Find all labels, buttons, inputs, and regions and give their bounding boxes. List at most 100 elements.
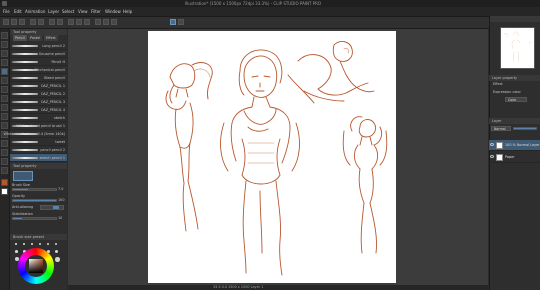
eye-icon[interactable] (490, 143, 494, 146)
menu-select[interactable]: Select (62, 9, 74, 14)
tab-effect[interactable]: Effect (44, 35, 58, 41)
brush-item[interactable]: OAZ_PENCIL 1 (10, 82, 67, 90)
open-file-button[interactable] (11, 19, 17, 25)
blend-mode-select[interactable]: Normal (491, 126, 511, 131)
expression-color-label: Expression color (493, 90, 521, 94)
menu-layer[interactable]: Layer (48, 9, 59, 14)
opacity-value: 100 (58, 198, 65, 202)
navigator-preview[interactable] (500, 27, 535, 69)
layer-opacity-slider[interactable] (513, 127, 537, 130)
redo-button[interactable] (38, 19, 44, 25)
save-button[interactable] (19, 19, 25, 25)
undo-button[interactable] (30, 19, 36, 25)
menu-filter[interactable]: Filter (91, 9, 101, 14)
menu-animation[interactable]: Animation (25, 9, 45, 14)
layer-effect-label: Effect (493, 82, 503, 86)
brush-size-preset[interactable] (15, 243, 17, 245)
text-tool-icon[interactable] (1, 140, 8, 147)
drawing-canvas[interactable] (148, 31, 396, 283)
layer-row[interactable]: Paper (489, 152, 540, 163)
brush-label: Mechanical pencil (34, 68, 65, 72)
brush-label: White doubledrawn 0.4 (5mm 140k) (3, 132, 65, 136)
gradient-tool-icon[interactable] (1, 113, 8, 120)
deselect-button[interactable] (76, 19, 82, 25)
tab-pencil[interactable]: Pencil (13, 35, 27, 41)
stabilization-slider[interactable] (12, 217, 57, 220)
fill-icon[interactable] (1, 104, 8, 111)
brush-size-preset[interactable] (47, 243, 50, 246)
snap-button[interactable] (95, 19, 101, 25)
lasso-icon[interactable] (1, 50, 8, 57)
ruler-tool-icon[interactable] (1, 158, 8, 165)
brush-stroke-preview (12, 45, 38, 47)
status-bar: 33.3 0.0 1500 x 1500 Layer 1 (68, 285, 488, 290)
brush-item[interactable]: Pencil H (10, 58, 67, 66)
brush-item[interactable]: sketch (10, 114, 67, 122)
brush-size-preset[interactable] (31, 243, 33, 245)
pen-mode-button[interactable] (170, 19, 176, 25)
navigator-header (490, 16, 540, 22)
brush-label: sketch (53, 116, 65, 120)
brush-item[interactable]: sketch pencil 1 (10, 154, 67, 162)
tab-pastel[interactable]: Pastel (28, 35, 43, 41)
brush-item[interactable]: OAZ_PENCIL 3 (10, 98, 67, 106)
select-all-button[interactable] (84, 19, 90, 25)
new-file-button[interactable] (3, 19, 9, 25)
brush-size-preset[interactable] (39, 243, 42, 246)
saturation-value-square[interactable] (29, 259, 43, 273)
menu-window[interactable]: Window (105, 9, 121, 14)
menu-file[interactable]: File (3, 9, 10, 14)
balloon-tool-icon[interactable] (1, 149, 8, 156)
pen-tool-icon[interactable] (1, 68, 8, 75)
view-rotate-button[interactable] (178, 19, 184, 25)
brush-item[interactable]: White doubledrawn 0.4 (5mm 140k) (3, 130, 67, 138)
brush-item[interactable]: OAZ_PENCIL 2 (10, 90, 67, 98)
brush-item[interactable]: pencil pencil 2 (10, 146, 67, 154)
expression-color-select[interactable]: Color (505, 97, 527, 102)
brush-label: tweet (55, 140, 65, 144)
opacity-slider[interactable] (12, 199, 57, 202)
brush-size-preset[interactable] (23, 243, 25, 245)
correct-line-tool-icon[interactable] (1, 167, 8, 174)
menu-help[interactable]: Help (123, 9, 132, 14)
brush-label: Long pencil 2 (42, 44, 65, 48)
ruler-button[interactable] (103, 19, 109, 25)
transform-button[interactable] (68, 19, 74, 25)
menu-edit[interactable]: Edit (14, 9, 22, 14)
grid-button[interactable] (111, 19, 117, 25)
layer-thumbnail (496, 142, 503, 149)
move-icon[interactable] (1, 41, 8, 48)
zoom-tool-icon[interactable] (1, 32, 8, 39)
tool-palette (0, 29, 10, 290)
brush-item[interactable]: Long pencil 2 (10, 42, 67, 50)
brush-item[interactable]: Mechanical pencil (10, 66, 67, 74)
blend-tool-icon[interactable] (1, 95, 8, 102)
color-wheel-icon[interactable] (18, 248, 54, 284)
brush-size-preset[interactable] (15, 250, 18, 253)
sub-color-swatch[interactable] (1, 188, 8, 195)
brush-item[interactable]: tweet (10, 138, 67, 146)
brush-tool-icon[interactable] (1, 77, 8, 84)
brush-size-preset[interactable] (55, 243, 58, 246)
figure-tool-icon[interactable] (1, 122, 8, 129)
brush-item[interactable]: OAZ_PENCIL 4 (10, 106, 67, 114)
brush-size-slider[interactable] (12, 188, 57, 191)
brush-item[interactable]: White colored pencil brush 1 (10, 122, 67, 130)
eraser-icon[interactable] (1, 86, 8, 93)
menu-view[interactable]: View (78, 9, 88, 14)
brush-item[interactable]: Gouache pencil (10, 50, 67, 58)
brush-label: OAZ_PENCIL 3 (40, 100, 65, 104)
brush-item[interactable]: Bleed pencil (10, 74, 67, 82)
brush-stroke-preview (12, 141, 38, 143)
fill-button[interactable] (57, 19, 63, 25)
main-color-swatch[interactable] (1, 179, 8, 186)
layer-row[interactable]: 100 % Normal Layer 1 (489, 140, 540, 151)
brush-size-preset[interactable] (55, 250, 59, 254)
brush-size-preset[interactable] (55, 257, 60, 262)
eyedropper-icon[interactable] (1, 59, 8, 66)
clear-button[interactable] (49, 19, 55, 25)
brush-stroke-preview (12, 157, 38, 159)
sketch-figure-center (220, 49, 300, 276)
anti-alias-selector[interactable] (40, 205, 64, 210)
eye-icon[interactable] (490, 155, 494, 158)
